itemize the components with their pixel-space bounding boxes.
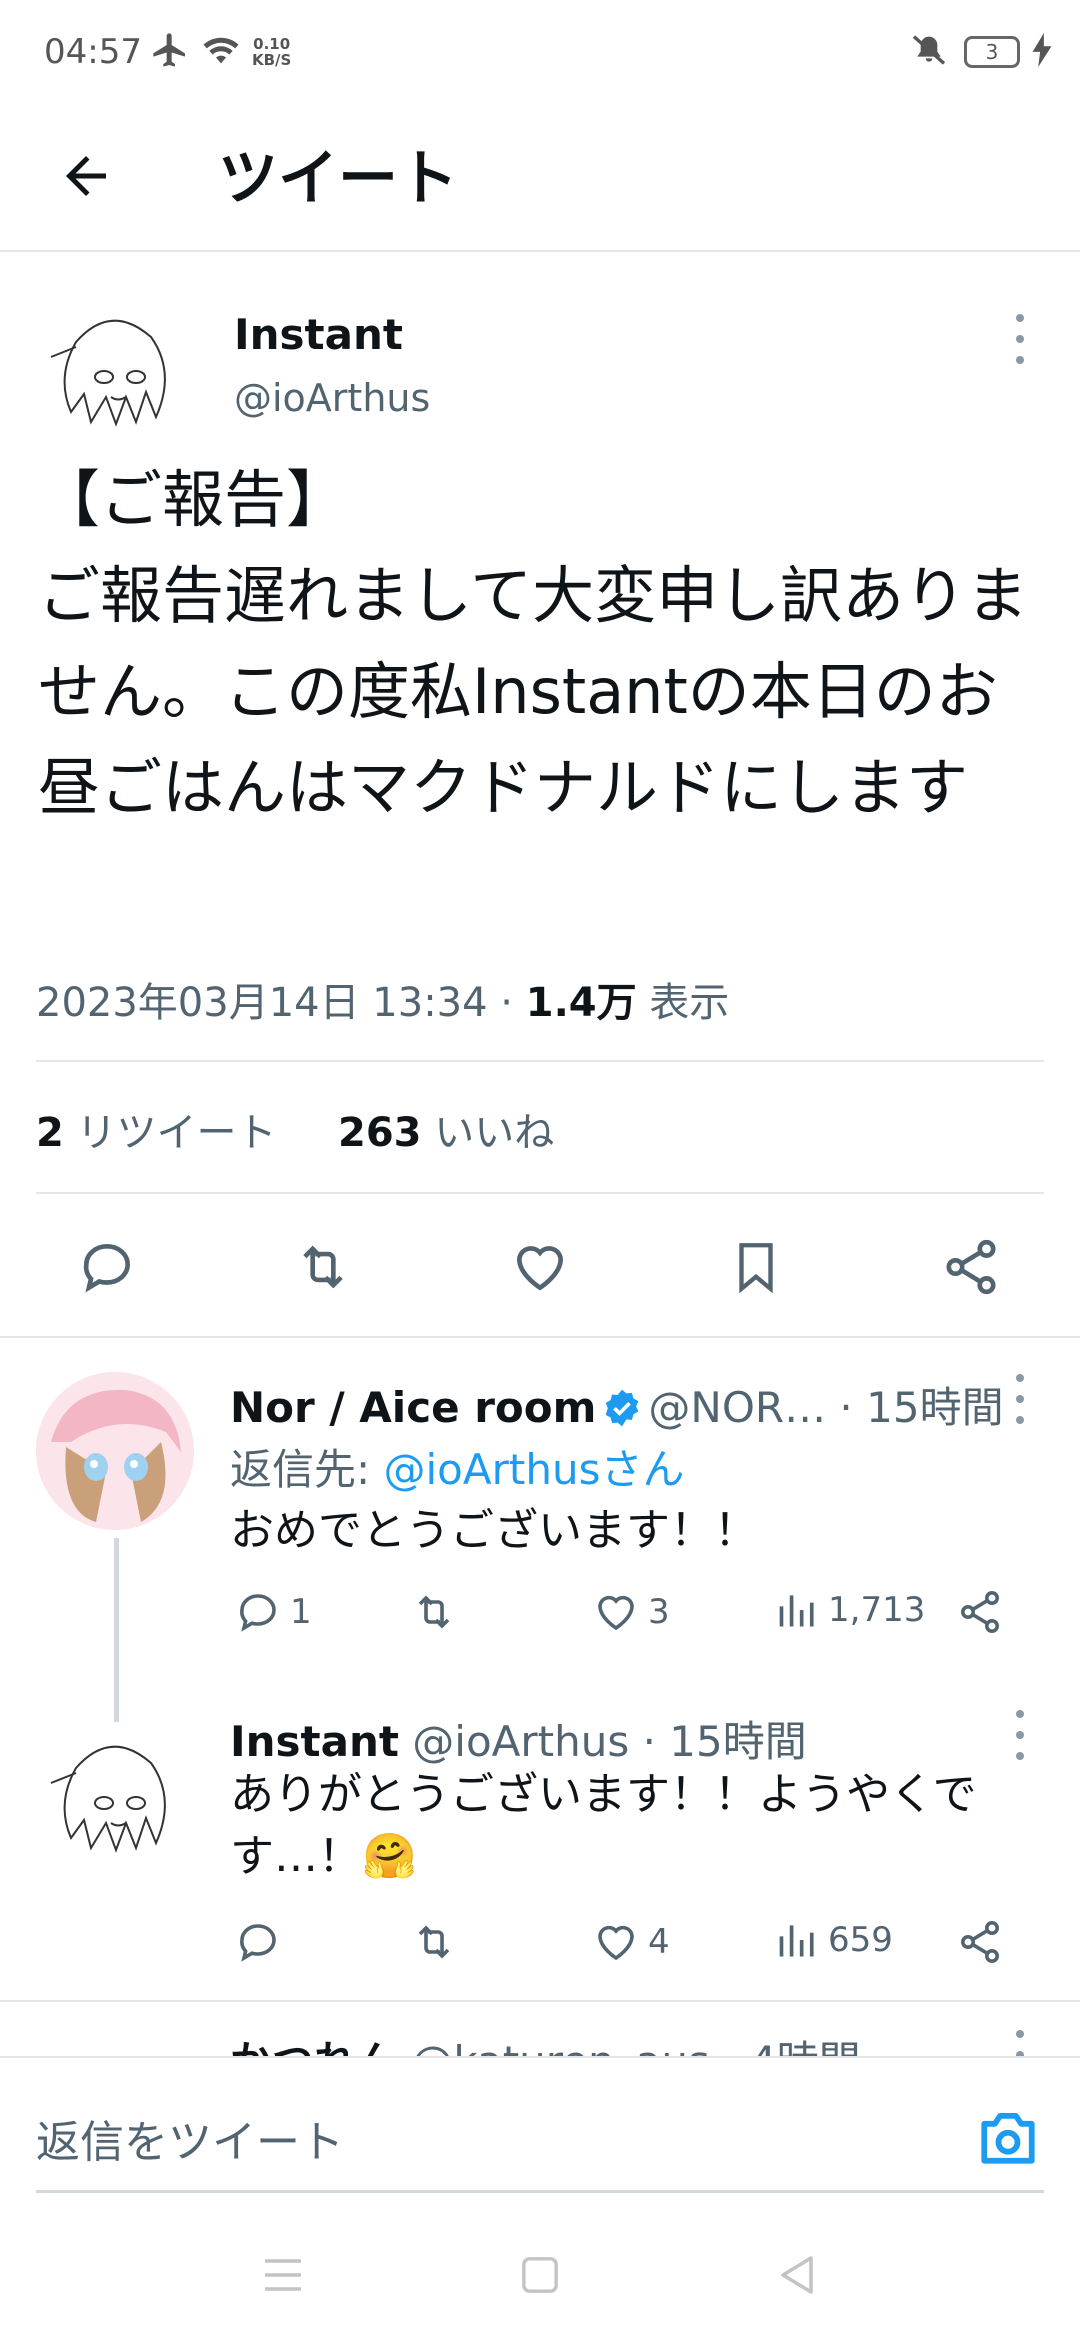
- menu-button[interactable]: [258, 2250, 308, 2300]
- author-handle[interactable]: @NOR…: [648, 1383, 826, 1432]
- camera-button[interactable]: [976, 2108, 1040, 2166]
- system-nav-bar: [0, 2200, 1080, 2340]
- reply-composer: 返信をツイート: [0, 2056, 1080, 2196]
- more-options-icon[interactable]: [1010, 1374, 1030, 1424]
- more-options-icon[interactable]: [1010, 1710, 1030, 1760]
- reply-item[interactable]: かつれん @katuren_aus · 4時間: [0, 2000, 1080, 2056]
- tweet-actions: [0, 1200, 1080, 1330]
- wifi-icon: [200, 30, 242, 74]
- home-button[interactable]: [515, 2250, 565, 2300]
- bookmark-icon: [739, 1243, 773, 1294]
- author-handle[interactable]: @ioArthus: [412, 1717, 629, 1766]
- analytics-icon: [779, 1925, 814, 1957]
- camera-icon: [981, 2113, 1035, 2164]
- retweet-icon: [418, 1925, 450, 1959]
- reply-actions: 1 3 1,713: [230, 1588, 1020, 1648]
- square-icon: [522, 2257, 558, 2293]
- back-nav-button[interactable]: [772, 2250, 822, 2300]
- author-handle[interactable]: @ioArthus: [234, 376, 430, 420]
- like-button[interactable]: 4: [592, 1918, 670, 1966]
- retweet-icon: [418, 1595, 450, 1629]
- more-options-icon[interactable]: [1010, 2030, 1030, 2056]
- avatar[interactable]: [36, 1728, 194, 1886]
- retweets-stat[interactable]: 2 リツイート: [36, 1110, 277, 1156]
- reply-text: ありがとうございます！！ようやくです…！🤗: [230, 1769, 977, 1882]
- tweet-meta: 2023年03月14日 13:34 · 1.4万 表示: [36, 970, 729, 1028]
- analytics-icon: [779, 1595, 814, 1627]
- retweet-icon: [303, 1245, 343, 1289]
- app-header: ツイート: [0, 100, 1080, 252]
- menu-icon: [265, 2259, 301, 2291]
- retweet-button[interactable]: [408, 1588, 468, 1636]
- reply-input[interactable]: 返信をツイート: [36, 2106, 344, 2170]
- share-button[interactable]: [956, 1588, 1004, 1636]
- reply-icon: [240, 1924, 276, 1962]
- back-button[interactable]: [50, 140, 122, 212]
- reply-button[interactable]: 1: [234, 1588, 312, 1636]
- triangle-back-icon: [781, 2256, 813, 2294]
- views-button[interactable]: 659: [776, 1918, 893, 1962]
- divider: [36, 1192, 1044, 1194]
- reply-header: かつれん @katuren_aus · 4時間: [230, 2028, 861, 2056]
- status-bar: 04:57 0.10 KB/S 3: [0, 0, 1080, 100]
- author-name[interactable]: Instant: [230, 1717, 399, 1766]
- page-title: ツイート: [218, 144, 458, 214]
- like-button[interactable]: [505, 1232, 575, 1302]
- divider: [36, 1060, 1044, 1062]
- charging-icon: [1032, 33, 1052, 71]
- divider: [0, 1336, 1080, 1338]
- reply-actions: 4 659: [230, 1918, 1020, 1978]
- battery-icon: 3: [964, 36, 1020, 68]
- author-name[interactable]: Nor / Aice room: [230, 1383, 596, 1432]
- vibrate-mute-icon: [906, 30, 952, 74]
- reply-button[interactable]: [72, 1232, 142, 1302]
- reply-time: · 15時間: [826, 1383, 1004, 1432]
- reply-icon: [83, 1244, 130, 1293]
- author-handle[interactable]: @katuren_aus: [411, 2037, 709, 2056]
- heart-icon: [598, 1595, 634, 1631]
- reply-icon: [240, 1594, 276, 1632]
- heart-icon: [517, 1246, 563, 1291]
- share-icon: [946, 1239, 996, 1295]
- airplane-icon: [150, 30, 190, 74]
- network-speed: 0.10 KB/S: [252, 35, 292, 69]
- reply-time: · 4時間: [710, 2037, 860, 2056]
- verified-badge-icon: [606, 1389, 639, 1427]
- share-icon: [961, 1591, 999, 1633]
- reply-to: 返信先: @ioArthusさん: [230, 1445, 685, 1494]
- tweet-text: 【ご報告】 ご報告遅れまして大変申し訳ありません。この度私Instantの本日の…: [38, 463, 1029, 824]
- arrow-left-icon: [66, 156, 106, 196]
- retweet-button[interactable]: [408, 1918, 468, 1966]
- views-label: 表示: [636, 980, 730, 1026]
- divider: [36, 2190, 1044, 2193]
- share-icon: [961, 1921, 999, 1963]
- tweet-timestamp: 2023年03月14日 13:34 ·: [36, 980, 526, 1026]
- reply-text: おめでとうございます！！: [230, 1505, 758, 1556]
- thread-line: [114, 1538, 119, 1722]
- views-count[interactable]: 1.4万: [526, 980, 637, 1026]
- reply-header: Nor / Aice room @NOR… · 15時間: [230, 1374, 1004, 1435]
- avatar[interactable]: [36, 1372, 194, 1530]
- heart-icon: [598, 1925, 634, 1961]
- like-button[interactable]: 3: [592, 1588, 670, 1636]
- status-time: 04:57: [44, 32, 142, 72]
- likes-stat[interactable]: 263 いいね: [338, 1110, 554, 1156]
- share-button[interactable]: [936, 1232, 1006, 1302]
- retweet-button[interactable]: [288, 1232, 358, 1302]
- tweet-stats: 2 リツイート 263 いいね: [36, 1100, 554, 1158]
- share-button[interactable]: [956, 1918, 1004, 1966]
- reply-button[interactable]: [234, 1918, 290, 1966]
- views-button[interactable]: 1,713: [776, 1588, 925, 1632]
- author-name[interactable]: かつれん: [230, 2037, 398, 2056]
- reply-to-link[interactable]: @ioArthusさん: [384, 1445, 685, 1494]
- reply-header: Instant @ioArthus · 15時間: [230, 1708, 807, 1769]
- reply-time: · 15時間: [629, 1717, 807, 1766]
- bookmark-button[interactable]: [721, 1232, 791, 1302]
